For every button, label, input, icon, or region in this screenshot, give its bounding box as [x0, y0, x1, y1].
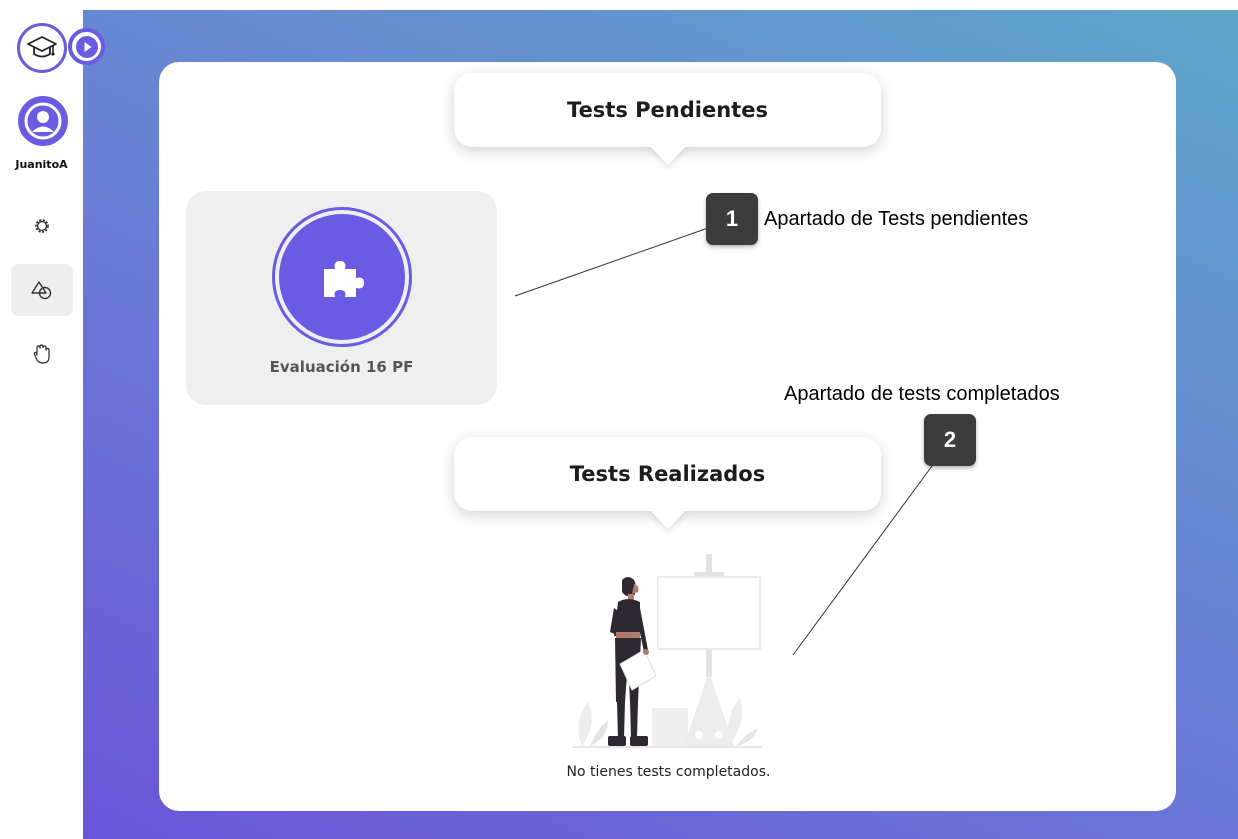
- empty-state-message: No tienes tests completados.: [566, 764, 771, 780]
- username-label: JuanitoA: [15, 158, 68, 171]
- gear-icon: [35, 219, 49, 233]
- graduation-cap-icon: [27, 36, 57, 58]
- chevron-right-icon: [75, 35, 98, 58]
- hand-icon: [33, 344, 50, 364]
- avatar[interactable]: [18, 96, 68, 146]
- test-icon-circle: [279, 214, 405, 340]
- sidebar-item-tests[interactable]: [11, 264, 73, 316]
- app-logo[interactable]: [17, 23, 67, 73]
- user-icon: [24, 102, 62, 140]
- annotation-text-2: Apartado de tests completados: [784, 383, 1060, 405]
- test-title: Evaluación 16 PF: [269, 358, 414, 376]
- puzzle-icon: [324, 261, 364, 297]
- sidebar-expand-button[interactable]: [68, 28, 105, 65]
- section-header-pending: Tests Pendientes: [454, 73, 881, 147]
- empty-state-illustration: [572, 554, 762, 748]
- sidebar: JuanitoA: [0, 0, 105, 839]
- annotation-badge-2: 2: [924, 414, 976, 466]
- annotation-badge-1: 1: [706, 193, 758, 245]
- test-card[interactable]: Evaluación 16 PF: [186, 191, 497, 405]
- shapes-icon: [31, 281, 52, 300]
- test-icon-ring: [272, 207, 412, 347]
- annotation-text-1: Apartado de Tests pendientes: [764, 208, 1029, 230]
- sidebar-item-documents[interactable]: [11, 328, 73, 380]
- sidebar-item-settings[interactable]: [11, 200, 73, 252]
- section-header-done: Tests Realizados: [454, 437, 881, 511]
